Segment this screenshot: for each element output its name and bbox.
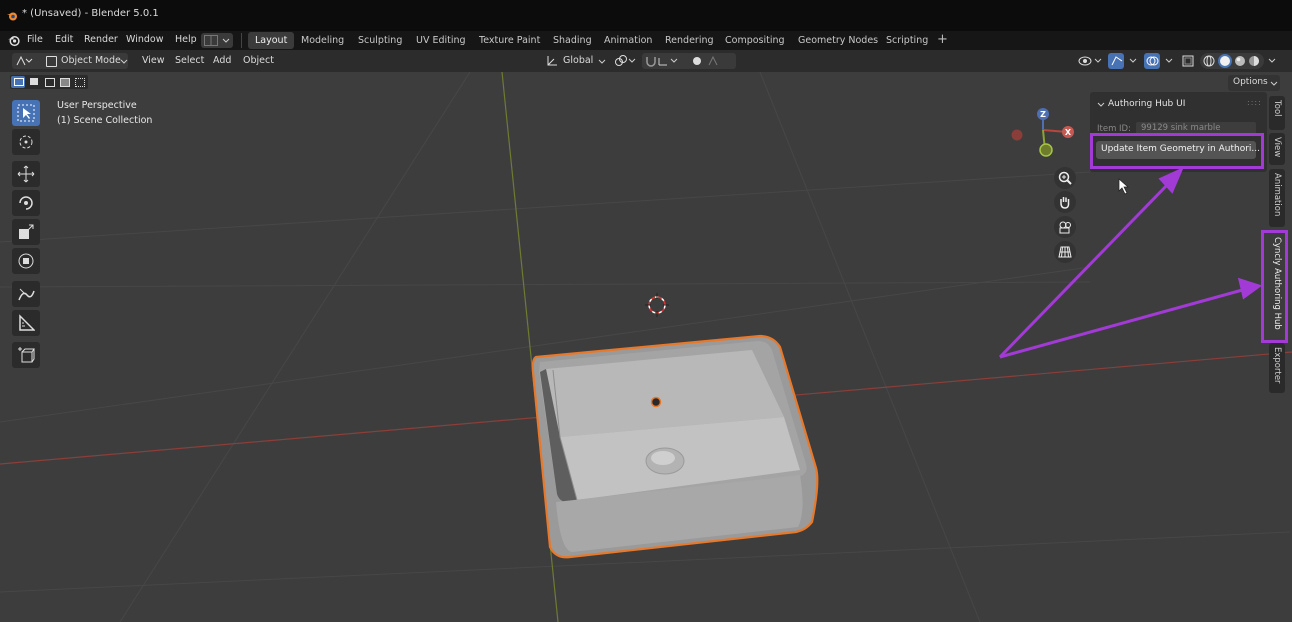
annotation-overlay [998,133,1288,359]
arrow-icon [998,167,1263,359]
mouse-pointer-icon [1118,178,1129,195]
tab-highlight-box [1261,230,1288,343]
button-highlight-box [1090,133,1264,169]
